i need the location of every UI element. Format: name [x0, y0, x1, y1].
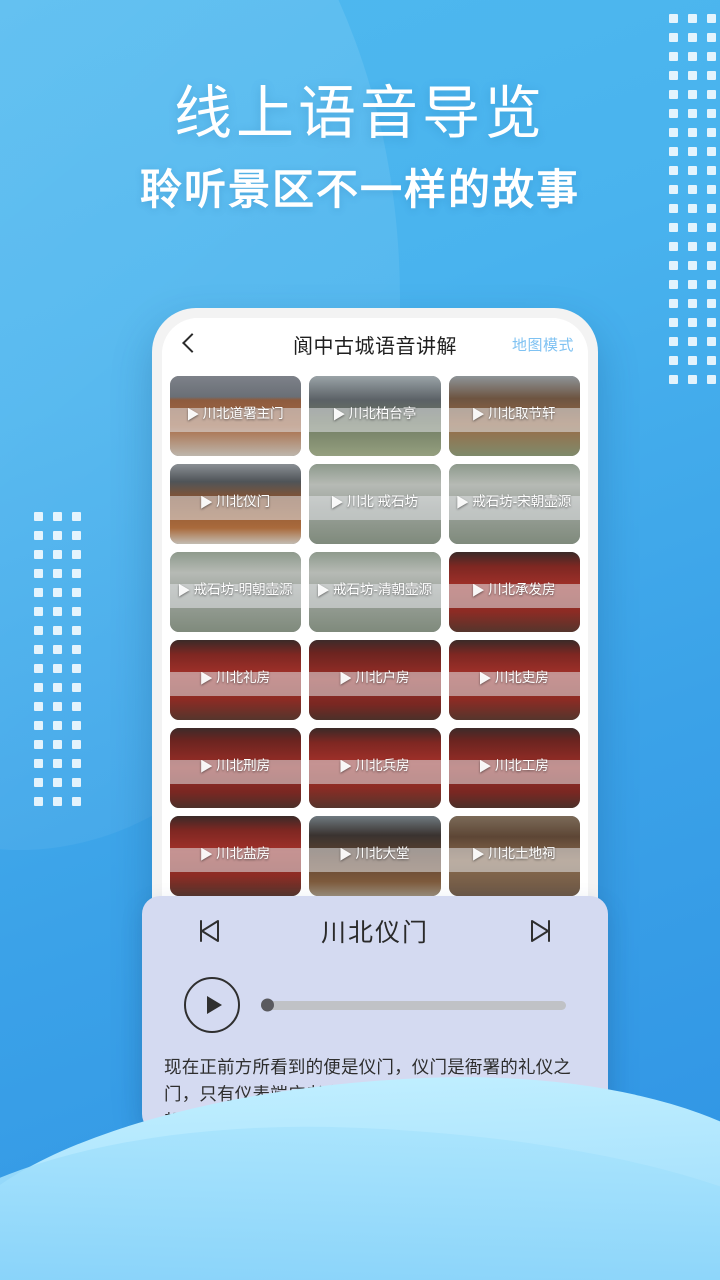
spot-card[interactable]: 川北盐房: [170, 816, 302, 896]
spot-grid: 川北道署主门 川北柏台亭 川北取节轩川北仪门 川北 戒石坊 戒石坊-宋朝壶源戒石坊-明朝…: [162, 370, 588, 984]
spot-caption: 川北土地祠: [449, 846, 580, 862]
spot-card[interactable]: 川北兵房: [309, 728, 441, 808]
spot-card[interactable]: 川北承发房: [448, 552, 580, 632]
play-triangle-icon: [473, 408, 484, 421]
skip-previous-icon[interactable]: [194, 916, 224, 946]
play-triangle-icon: [332, 496, 343, 509]
spot-label: 川北承发房: [488, 582, 556, 598]
spot-caption: 川北仪门: [170, 494, 301, 510]
play-triangle-icon: [334, 408, 345, 421]
spot-card[interactable]: 川北取节轩: [448, 376, 580, 456]
play-triangle-icon: [457, 496, 468, 509]
spot-label: 川北刑房: [216, 758, 271, 774]
play-triangle-icon: [201, 760, 212, 773]
poster-stage: 线上语音导览 聆听景区不一样的故事 阆中古城语音讲解 地图模式 川北道署主门 川北…: [0, 0, 720, 1280]
spot-label: 戒石坊-清朝壶源: [332, 582, 432, 598]
play-triangle-icon: [179, 584, 190, 597]
app-header: 阆中古城语音讲解 地图模式: [162, 318, 588, 370]
play-triangle-icon: [318, 584, 329, 597]
spot-caption: 川北柏台亭: [309, 406, 440, 422]
spot-caption: 川北户房: [309, 670, 440, 686]
spot-card[interactable]: 川北 戒石坊: [309, 464, 441, 544]
spot-caption: 川北盐房: [170, 846, 301, 862]
spot-card[interactable]: 川北吏房: [448, 640, 580, 720]
spot-caption: 川北工房: [449, 758, 580, 774]
spot-label: 川北大堂: [355, 846, 410, 862]
hero-subtitle: 聆听景区不一样的故事: [139, 165, 580, 213]
spot-card[interactable]: 川北大堂: [309, 816, 441, 896]
spot-caption: 戒石坊-明朝壶源: [170, 582, 301, 598]
play-triangle-icon: [201, 496, 212, 509]
spot-label: 川北户房: [355, 670, 410, 686]
player-track-title: 川北仪门: [320, 919, 429, 947]
spot-label: 川北工房: [494, 758, 549, 774]
spot-label: 川北礼房: [216, 670, 271, 686]
play-triangle-icon: [480, 760, 491, 773]
play-triangle-icon: [480, 672, 491, 685]
play-triangle-icon: [340, 848, 351, 861]
dot-grid-left: [34, 512, 81, 806]
play-triangle-icon: [473, 584, 484, 597]
spot-caption: 川北吏房: [449, 670, 580, 686]
spot-label: 戒石坊-明朝壶源: [193, 582, 293, 598]
spot-label: 川北土地祠: [488, 846, 556, 862]
hero-title: 线上语音导览: [173, 81, 546, 146]
spot-label: 川北仪门: [216, 494, 271, 510]
spot-caption: 川北礼房: [170, 670, 301, 686]
spot-card[interactable]: 戒石坊-清朝壶源: [309, 552, 441, 632]
spot-card[interactable]: 川北柏台亭: [309, 376, 441, 456]
spot-card[interactable]: 川北礼房: [170, 640, 302, 720]
spot-caption: 川北道署主门: [170, 406, 301, 422]
play-triangle-icon: [340, 672, 351, 685]
spot-caption: 川北 戒石坊: [309, 494, 440, 510]
spot-label: 川北柏台亭: [348, 406, 417, 422]
spot-card[interactable]: 川北工房: [448, 728, 580, 808]
spot-label: 川北盐房: [216, 846, 271, 862]
skip-next-icon[interactable]: [526, 916, 556, 946]
player-transport: 川北仪门: [142, 896, 608, 966]
play-icon[interactable]: [184, 977, 240, 1033]
spot-caption: 戒石坊-清朝壶源: [309, 582, 440, 598]
spot-caption: 川北刑房: [170, 758, 301, 774]
spot-caption: 川北取节轩: [449, 406, 580, 422]
playback-progress-slider[interactable]: [261, 998, 566, 1012]
map-mode-link[interactable]: 地图模式: [512, 334, 574, 355]
spot-label: 川北兵房: [355, 758, 410, 774]
spot-caption: 川北兵房: [309, 758, 440, 774]
spot-label: 川北吏房: [494, 670, 549, 686]
hero-copy: 线上语音导览 聆听景区不一样的故事: [0, 81, 720, 215]
chevron-left-icon[interactable]: [176, 331, 202, 357]
spot-label: 川北 戒石坊: [346, 494, 419, 510]
player-controls: [142, 966, 608, 1044]
spot-card[interactable]: 川北仪门: [170, 464, 302, 544]
spot-label: 戒石坊-宋朝壶源: [472, 494, 572, 510]
spot-caption: 戒石坊-宋朝壶源: [449, 494, 580, 510]
play-triangle-icon: [340, 760, 351, 773]
progress-thumb[interactable]: [261, 998, 274, 1012]
spot-caption: 川北承发房: [449, 582, 580, 598]
spot-card[interactable]: 川北刑房: [170, 728, 302, 808]
play-triangle-icon: [201, 848, 212, 861]
play-triangle-icon: [201, 672, 212, 685]
spot-label: 川北道署主门: [202, 406, 284, 422]
spot-card[interactable]: 戒石坊-明朝壶源: [170, 552, 302, 632]
spot-card[interactable]: 川北土地祠: [448, 816, 580, 896]
play-triangle-icon: [473, 848, 484, 861]
play-triangle-icon: [188, 408, 199, 421]
spot-card[interactable]: 川北户房: [309, 640, 441, 720]
spot-caption: 川北大堂: [309, 846, 440, 862]
spot-label: 川北取节轩: [488, 406, 556, 422]
spot-card[interactable]: 戒石坊-宋朝壶源: [448, 464, 580, 544]
spot-card[interactable]: 川北道署主门: [170, 376, 302, 456]
